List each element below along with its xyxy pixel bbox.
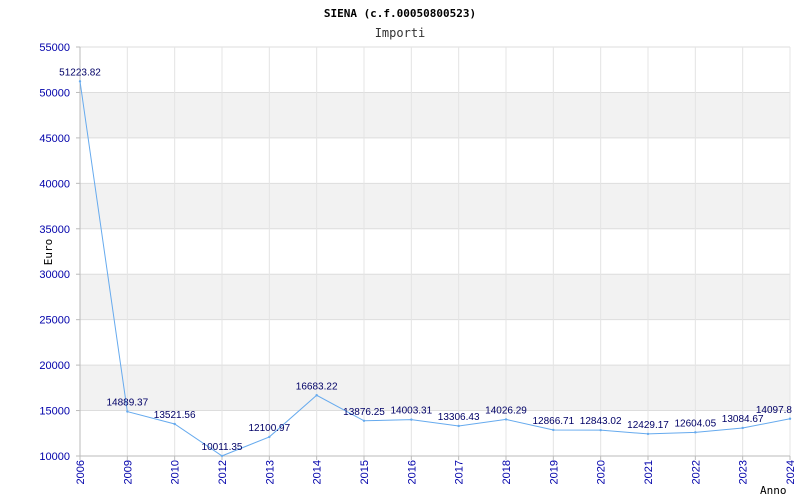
data-label: 12429.17 <box>627 420 669 431</box>
data-point <box>694 431 697 434</box>
grid-band <box>80 183 790 229</box>
chart-subtitle: Importi <box>375 26 426 40</box>
x-tick-label: 2014 <box>312 460 324 484</box>
x-tick-label: 2020 <box>596 460 608 484</box>
grid-band <box>80 92 790 138</box>
data-point <box>410 418 413 421</box>
data-point <box>173 422 176 426</box>
y-tick-label: 30000 <box>39 269 70 281</box>
data-label: 12843.02 <box>580 416 622 427</box>
y-tick-label: 25000 <box>39 315 70 327</box>
x-tick-label: 2010 <box>170 460 182 484</box>
data-label: 14097.8 <box>756 405 793 416</box>
y-tick-label: 15000 <box>39 406 70 418</box>
data-point <box>552 428 555 432</box>
x-tick-label: 2024 <box>785 460 797 484</box>
line-chart: 10000 15000 20000 25000 30000 35000 40000 45000… <box>39 7 797 497</box>
data-label: 13306.43 <box>438 412 480 423</box>
x-tick-label: 2021 <box>643 460 655 484</box>
data-point <box>362 419 366 422</box>
data-label: 12604.05 <box>674 418 716 429</box>
data-point <box>315 394 318 397</box>
y-tick-label: 10000 <box>39 451 70 463</box>
data-label: 14889.37 <box>106 398 148 409</box>
x-tick-label: 2017 <box>454 460 466 484</box>
x-tick-label: 2013 <box>264 460 276 484</box>
grid-band <box>80 365 790 411</box>
chart-title: SIENA (c.f.00050800523) <box>324 7 476 20</box>
x-tick-labels: 2006 2009 2010 2012 2013 2014 2015 2016 2017 2018… <box>75 460 797 484</box>
x-tick-label: 2016 <box>406 460 418 484</box>
data-label: 13521.56 <box>154 410 196 421</box>
data-label: 51223.82 <box>59 67 101 78</box>
y-tick-label: 45000 <box>39 133 70 145</box>
y-tick-label: 40000 <box>39 178 70 190</box>
data-label: 14026.29 <box>485 405 527 416</box>
x-tick-label: 2012 <box>217 460 229 484</box>
data-label: 14003.31 <box>390 406 432 417</box>
data-point <box>220 454 224 458</box>
x-axis-label: Anno <box>760 484 787 497</box>
y-tick-label: 20000 <box>39 360 70 372</box>
data-label: 12866.71 <box>532 416 574 427</box>
y-tick-label: 55000 <box>39 42 70 54</box>
data-point <box>268 435 271 439</box>
data-point <box>457 424 460 428</box>
data-point <box>788 417 792 420</box>
data-point <box>504 418 508 421</box>
x-tick-label: 2019 <box>548 460 560 484</box>
data-label: 13876.25 <box>343 407 385 418</box>
y-tick-label: 35000 <box>39 224 70 236</box>
data-label: 16683.22 <box>296 381 338 392</box>
x-tick-label: 2023 <box>738 460 750 484</box>
data-label: 10011.35 <box>202 442 243 453</box>
data-point <box>741 426 744 430</box>
x-tick-label: 2006 <box>75 460 87 484</box>
x-tick-label: 2022 <box>690 460 702 484</box>
plot-bands <box>80 92 790 411</box>
grid-band <box>80 274 790 320</box>
y-axis-label: Euro <box>42 239 55 266</box>
data-point <box>126 410 129 413</box>
data-point <box>78 80 82 83</box>
data-label: 12100.97 <box>248 423 290 434</box>
x-tick-label: 2009 <box>122 460 134 484</box>
x-tick-label: 2018 <box>501 460 513 484</box>
x-tick-label: 2015 <box>359 460 371 484</box>
y-tick-label: 50000 <box>39 87 70 99</box>
data-point <box>599 428 602 432</box>
data-point <box>646 432 650 436</box>
